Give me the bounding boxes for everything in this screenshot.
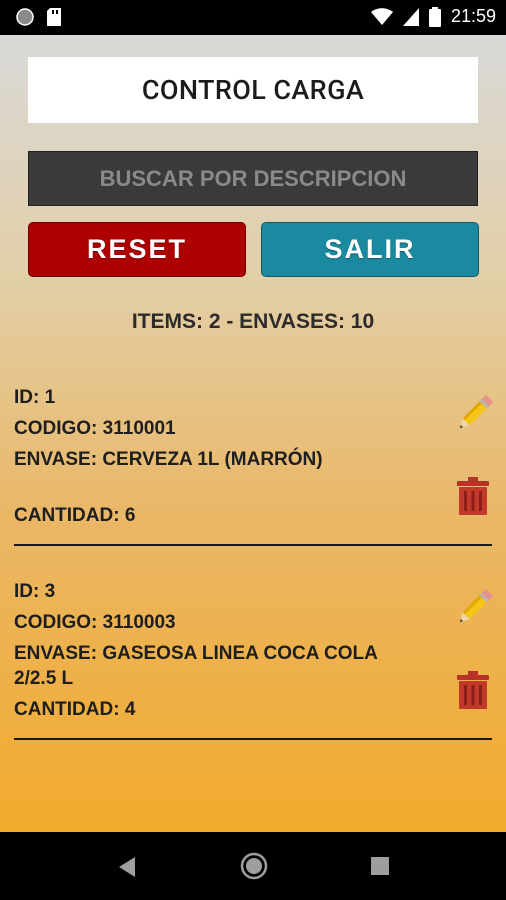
recents-icon[interactable] xyxy=(371,857,389,875)
back-icon[interactable] xyxy=(117,856,137,878)
signal-icon xyxy=(402,7,419,26)
item-divider xyxy=(14,544,492,546)
summary-text: ITEMS: 2 - ENVASES: 10 xyxy=(131,310,375,333)
item-envase-line2: 2/2.5 L xyxy=(14,668,74,689)
status-time: 21:59 xyxy=(450,6,496,26)
item-id: ID: 1 xyxy=(14,387,56,408)
reset-button[interactable]: RESET xyxy=(28,222,246,277)
trash-delete-icon[interactable] xyxy=(456,671,490,709)
pencil-edit-icon[interactable] xyxy=(454,588,494,628)
item-codigo: CODIGO: 3110003 xyxy=(14,612,176,633)
salir-button[interactable]: SALIR xyxy=(261,222,479,277)
sd-card-icon xyxy=(47,8,61,26)
navigation-bar xyxy=(0,832,506,900)
wifi-icon xyxy=(370,7,393,25)
pencil-edit-icon[interactable] xyxy=(454,394,494,434)
list-item: ID: 3 CODIGO: 3110003 ENVASE: GASEOSA LI… xyxy=(14,576,494,746)
app-content: CONTROL CARGA RESET SALIR ITEMS: 2 - ENV… xyxy=(0,35,506,832)
circle-icon xyxy=(16,8,34,26)
item-cantidad: CANTIDAD: 6 xyxy=(14,505,136,526)
item-id: ID: 3 xyxy=(14,581,56,602)
status-bar: 21:59 xyxy=(0,0,506,35)
item-codigo: CODIGO: 3110001 xyxy=(14,418,176,439)
search-input[interactable] xyxy=(29,164,477,193)
battery-icon xyxy=(428,6,441,27)
search-field[interactable] xyxy=(28,151,478,206)
trash-delete-icon[interactable] xyxy=(456,477,490,515)
item-envase: ENVASE: CERVEZA 1L (MARRÓN) xyxy=(14,449,323,470)
item-cantidad: CANTIDAD: 4 xyxy=(14,699,136,720)
item-divider xyxy=(14,738,492,740)
list-item: ID: 1 CODIGO: 3110001 ENVASE: CERVEZA 1L… xyxy=(14,382,494,552)
page-title: CONTROL CARGA xyxy=(28,57,478,123)
home-icon[interactable] xyxy=(240,852,268,880)
